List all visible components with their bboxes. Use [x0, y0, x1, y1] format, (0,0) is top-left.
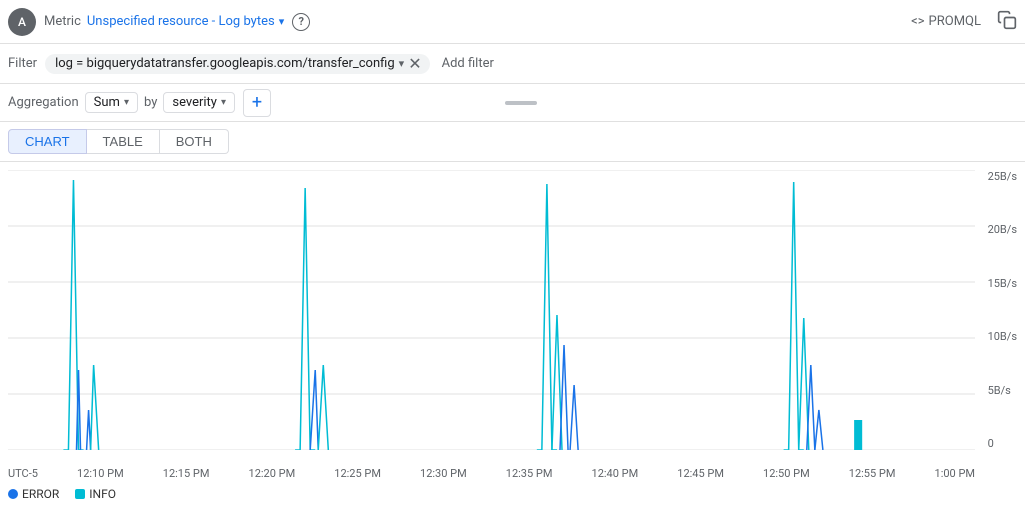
- sum-value: Sum: [94, 95, 120, 110]
- x-label-1235: 12:35 PM: [506, 467, 553, 480]
- y-label-5: 5B/s: [988, 384, 1017, 397]
- add-groupby-button[interactable]: +: [243, 89, 271, 117]
- y-label-20: 20B/s: [988, 223, 1017, 236]
- header-row: A Metric Unspecified resource - Log byte…: [0, 0, 1025, 44]
- x-label-utc: UTC-5: [8, 467, 38, 480]
- by-label: by: [144, 95, 157, 110]
- filter-row: Filter log = bigquerydatatransfer.google…: [0, 44, 1025, 84]
- avatar: A: [8, 8, 36, 36]
- y-axis-labels: 25B/s 20B/s 15B/s 10B/s 5B/s 0: [988, 170, 1017, 450]
- y-label-0: 0: [988, 437, 1017, 450]
- x-label-1230: 12:30 PM: [420, 467, 467, 480]
- metric-value[interactable]: Unspecified resource - Log bytes: [87, 14, 275, 29]
- legend-row: ERROR INFO: [0, 480, 1025, 508]
- metric-dropdown-arrow[interactable]: ▾: [279, 15, 285, 28]
- legend-error-label: ERROR: [22, 487, 59, 501]
- copy-icon[interactable]: [997, 10, 1017, 34]
- metric-label: Metric: [44, 14, 81, 29]
- x-label-1255: 12:55 PM: [849, 467, 896, 480]
- x-label-1250: 12:50 PM: [763, 467, 810, 480]
- tab-table[interactable]: TABLE: [87, 129, 160, 154]
- collapse-handle[interactable]: [505, 101, 537, 105]
- severity-select[interactable]: severity ▾: [163, 92, 235, 113]
- filter-value: log = bigquerydatatransfer.googleapis.co…: [55, 56, 395, 71]
- tab-chart[interactable]: CHART: [8, 129, 87, 154]
- chart-svg-area: [8, 170, 975, 450]
- legend-error: ERROR: [8, 487, 59, 501]
- filter-chip[interactable]: log = bigquerydatatransfer.googleapis.co…: [45, 54, 430, 74]
- add-filter-button[interactable]: Add filter: [434, 54, 502, 73]
- x-label-1245: 12:45 PM: [677, 467, 724, 480]
- x-label-100: 1:00 PM: [935, 467, 975, 480]
- tab-both[interactable]: BOTH: [160, 129, 229, 154]
- chart-svg: [8, 170, 975, 450]
- legend-info: INFO: [75, 487, 116, 501]
- severity-dropdown-arrow: ▾: [221, 97, 226, 108]
- x-axis-labels: UTC-5 12:10 PM 12:15 PM 12:20 PM 12:25 P…: [8, 450, 975, 480]
- y-label-15: 15B/s: [988, 277, 1017, 290]
- promql-button[interactable]: <> PROMQL: [911, 14, 981, 29]
- severity-value: severity: [172, 95, 217, 110]
- filter-close-button[interactable]: ✕: [408, 56, 421, 72]
- aggregation-label: Aggregation: [8, 95, 79, 110]
- chart-area: 25B/s 20B/s 15B/s 10B/s 5B/s 0: [0, 162, 1025, 508]
- filter-label: Filter: [8, 56, 37, 71]
- legend-info-label: INFO: [89, 487, 116, 501]
- tabs-row: CHART TABLE BOTH: [0, 122, 1025, 162]
- help-icon[interactable]: ?: [292, 13, 310, 31]
- sum-dropdown-arrow: ▾: [124, 97, 129, 108]
- y-label-25: 25B/s: [988, 170, 1017, 183]
- sum-select[interactable]: Sum ▾: [85, 92, 138, 113]
- legend-error-dot: [8, 489, 18, 499]
- legend-info-dot: [75, 489, 85, 499]
- x-label-1210: 12:10 PM: [77, 467, 124, 480]
- filter-dropdown-arrow[interactable]: ▾: [399, 57, 405, 70]
- x-label-1225: 12:25 PM: [334, 467, 381, 480]
- chart-container: 25B/s 20B/s 15B/s 10B/s 5B/s 0: [0, 170, 1025, 480]
- x-label-1240: 12:40 PM: [592, 467, 639, 480]
- x-label-1220: 12:20 PM: [249, 467, 296, 480]
- x-label-1215: 12:15 PM: [163, 467, 210, 480]
- y-label-10: 10B/s: [988, 330, 1017, 343]
- promql-icon: <>: [911, 14, 924, 29]
- aggregation-row: Aggregation Sum ▾ by severity ▾ +: [0, 84, 1025, 122]
- promql-label: PROMQL: [929, 14, 981, 29]
